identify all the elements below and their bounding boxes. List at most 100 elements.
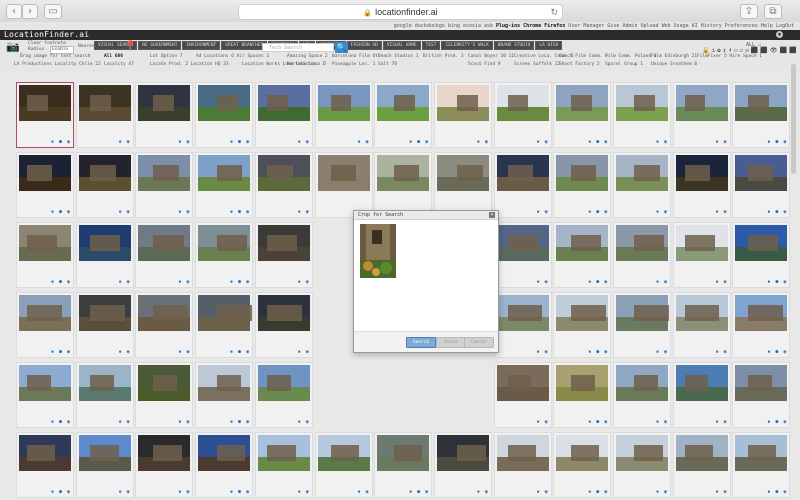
result-card[interactable]: ▪ ● ◉ bbox=[732, 292, 791, 358]
result-thumbnail[interactable] bbox=[496, 225, 549, 261]
card-action-icons[interactable]: ▪ ◉ bbox=[178, 209, 190, 215]
result-card[interactable]: ▪ ◉ bbox=[314, 432, 373, 498]
category-link[interactable]: Shoot Factory 2 bbox=[559, 62, 600, 67]
result-thumbnail[interactable] bbox=[735, 155, 788, 191]
result-card[interactable]: ▪ ◉ bbox=[613, 152, 671, 218]
result-card[interactable]: ▪ ◉ bbox=[672, 152, 731, 218]
result-card[interactable]: ▪ ◉ bbox=[672, 292, 731, 358]
category-link[interactable]: Ad Locations 6 Air Spaces 1 bbox=[196, 54, 269, 59]
result-card[interactable]: ▪ ● ◉ bbox=[195, 432, 254, 498]
category-link[interactable]: Screen Suffolk 12 bbox=[514, 62, 560, 67]
result-thumbnail[interactable] bbox=[257, 155, 310, 191]
card-action-icons[interactable]: ▪ ● ◉ bbox=[230, 349, 250, 355]
result-thumbnail[interactable] bbox=[78, 435, 131, 471]
result-card[interactable]: ▪ ● ◉ bbox=[553, 152, 612, 218]
toolbar-icon[interactable]: ☐ bbox=[734, 47, 738, 54]
card-action-icons[interactable]: ▪ ◉ bbox=[716, 489, 728, 495]
tabs-overview-icon[interactable]: ⧉ bbox=[764, 4, 782, 19]
top-link[interactable]: google bbox=[394, 23, 412, 29]
card-action-icons[interactable]: ▪ ◉ bbox=[119, 139, 131, 145]
result-thumbnail[interactable] bbox=[377, 155, 430, 191]
result-thumbnail[interactable] bbox=[735, 365, 788, 401]
category-link[interactable]: Unique Sreathem 6 bbox=[651, 62, 697, 67]
card-action-icons[interactable]: ▪ ● ◉ bbox=[767, 419, 787, 425]
result-card[interactable]: ▪ ◉ bbox=[493, 152, 552, 218]
result-card[interactable]: ▪ ● ◉ bbox=[374, 432, 433, 498]
result-thumbnail[interactable] bbox=[138, 155, 191, 191]
card-action-icons[interactable]: ▪ ◉ bbox=[656, 279, 668, 285]
result-card[interactable]: ▪ ◉ bbox=[254, 362, 313, 428]
result-card[interactable]: ▪ ◉ bbox=[314, 152, 373, 218]
result-card[interactable]: ▪ ● ◉ bbox=[195, 82, 254, 148]
toolbar-icon[interactable]: ⚓ bbox=[711, 47, 715, 54]
card-action-icons[interactable]: ▪ ● ◉ bbox=[230, 489, 250, 495]
category-link[interactable]: Scout Find 9 bbox=[468, 62, 501, 67]
result-card[interactable]: ▪ ◉ bbox=[672, 222, 731, 288]
result-card[interactable]: ▪ ◉ bbox=[433, 432, 492, 498]
top-link[interactable]: Firefox bbox=[544, 23, 565, 29]
result-card[interactable]: ▪ ● ◉ bbox=[732, 222, 791, 288]
result-thumbnail[interactable] bbox=[78, 155, 131, 191]
category-link[interactable]: All 686 bbox=[104, 54, 123, 59]
card-action-icons[interactable]: ▪ ● ◉ bbox=[767, 349, 787, 355]
category-link[interactable]: Locality 47 bbox=[104, 62, 134, 67]
result-card[interactable]: ▪ ◉ bbox=[493, 222, 552, 288]
scrollbar[interactable] bbox=[791, 64, 796, 174]
card-action-icons[interactable]: ▪ ◉ bbox=[178, 139, 190, 145]
result-thumbnail[interactable] bbox=[257, 365, 310, 401]
top-link[interactable]: bing bbox=[448, 23, 460, 29]
result-card[interactable]: ▪ ● ◉ bbox=[732, 362, 791, 428]
result-thumbnail[interactable] bbox=[138, 435, 191, 471]
result-thumbnail[interactable] bbox=[556, 435, 609, 471]
card-action-icons[interactable]: ▪ ● ◉ bbox=[51, 419, 71, 425]
result-thumbnail[interactable] bbox=[138, 225, 191, 261]
result-card[interactable]: ▪ ◉ bbox=[135, 292, 194, 358]
result-card[interactable]: ▪ ● ◉ bbox=[195, 292, 254, 358]
result-thumbnail[interactable] bbox=[317, 155, 370, 191]
result-thumbnail[interactable] bbox=[198, 365, 251, 401]
result-card[interactable]: ▪ ◉ bbox=[613, 362, 671, 428]
card-action-icons[interactable]: ▪ ● ◉ bbox=[230, 139, 250, 145]
top-link[interactable]: ecosia bbox=[463, 23, 481, 29]
result-thumbnail[interactable] bbox=[675, 295, 728, 331]
card-action-icons[interactable]: ▪ ◉ bbox=[298, 209, 310, 215]
result-thumbnail[interactable] bbox=[78, 365, 131, 401]
result-card[interactable]: ▪ ◉ bbox=[493, 362, 552, 428]
card-action-icons[interactable]: ▪ ◉ bbox=[656, 209, 668, 215]
result-thumbnail[interactable] bbox=[78, 225, 131, 261]
card-action-icons[interactable]: ▪ ◉ bbox=[178, 489, 190, 495]
result-thumbnail[interactable] bbox=[19, 155, 71, 191]
result-card[interactable]: ▪ ● ◉ bbox=[553, 82, 612, 148]
toolbar-icon[interactable]: 👁 bbox=[770, 47, 778, 54]
result-card[interactable]: ▪ ◉ bbox=[135, 362, 194, 428]
toolbar-icon[interactable]: ☑ bbox=[745, 47, 749, 54]
result-thumbnail[interactable] bbox=[257, 435, 310, 471]
search-button[interactable]: 🔍 bbox=[335, 42, 348, 53]
result-card[interactable]: ▪ ◉ bbox=[135, 432, 194, 498]
card-action-icons[interactable]: ▪ ◉ bbox=[477, 489, 489, 495]
toolbar-icon[interactable]: ⬛ bbox=[789, 47, 796, 54]
crop-preview-image[interactable] bbox=[360, 224, 396, 278]
card-action-icons[interactable]: ▪ ● ◉ bbox=[767, 489, 787, 495]
toolbar-icon[interactable]: ⬇ bbox=[728, 47, 732, 54]
card-action-icons[interactable]: ▪ ● ◉ bbox=[51, 209, 71, 215]
card-action-icons[interactable]: ▪ ● ◉ bbox=[588, 349, 608, 355]
toolbar-icon[interactable]: ✿ bbox=[717, 47, 721, 54]
card-action-icons[interactable]: ▪ ● ◉ bbox=[51, 489, 71, 495]
result-thumbnail[interactable] bbox=[556, 295, 609, 331]
result-thumbnail[interactable] bbox=[556, 155, 609, 191]
category-link[interactable]: Film Comm. Poland 6 bbox=[605, 54, 656, 59]
result-card[interactable]: ▪ ● ◉ bbox=[195, 152, 254, 218]
result-card[interactable]: ▪ ◉ bbox=[613, 292, 671, 358]
result-thumbnail[interactable] bbox=[138, 85, 191, 121]
top-link[interactable]: LogOut bbox=[776, 23, 794, 29]
result-card[interactable]: ▪ ◉ bbox=[613, 82, 671, 148]
result-card[interactable]: ▪ ◉ bbox=[254, 222, 313, 288]
crop-search-button[interactable]: Search bbox=[406, 337, 436, 348]
result-card[interactable]: ▪ ◉ bbox=[433, 82, 492, 148]
card-action-icons[interactable]: ▪ ◉ bbox=[119, 279, 131, 285]
card-action-icons[interactable]: ▪ ◉ bbox=[716, 209, 728, 215]
category-link[interactable]: Film Edinburgh 21 bbox=[651, 54, 697, 59]
settings-icon[interactable]: ✱ bbox=[776, 31, 783, 38]
result-card[interactable]: ▪ ● ◉ bbox=[732, 432, 791, 498]
